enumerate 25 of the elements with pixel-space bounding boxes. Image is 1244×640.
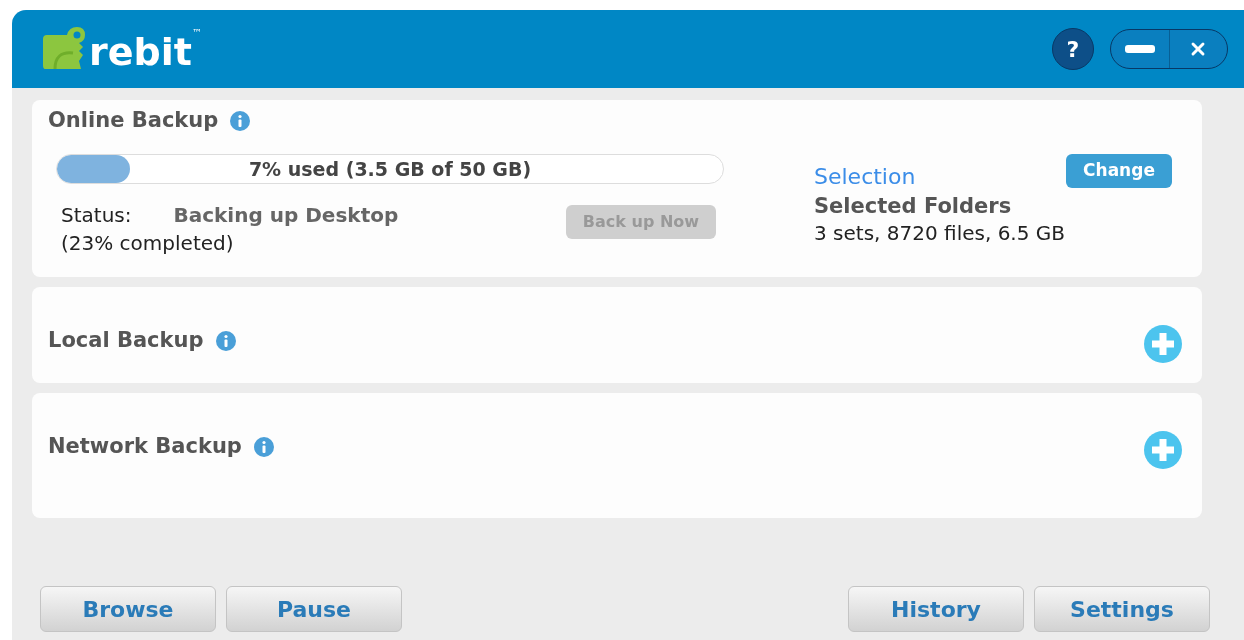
help-button[interactable]: ?: [1052, 28, 1094, 70]
trademark-mark: ™: [191, 26, 202, 40]
section-title: Online Backup: [48, 107, 219, 135]
section-title: Local Backup: [48, 327, 204, 354]
minimize-icon: [1124, 45, 1155, 53]
info-icon[interactable]: [253, 436, 274, 457]
logo-text: rebit: [89, 33, 192, 71]
info-icon[interactable]: [215, 330, 236, 351]
info-icon[interactable]: [230, 111, 251, 131]
footer-button[interactable]: Pause: [226, 586, 402, 632]
expand-plus-icon[interactable]: [1144, 325, 1182, 363]
selection-link[interactable]: Selection: [814, 160, 916, 193]
section-title: Network Backup: [48, 433, 242, 460]
expand-plus-icon[interactable]: [1144, 431, 1182, 469]
frog-logo-icon: [41, 27, 85, 69]
status-value: Backing up Desktop: [173, 202, 399, 229]
status-label: Status:: [61, 202, 132, 229]
footer-button[interactable]: Browse: [40, 586, 216, 632]
change-button[interactable]: Change: [1066, 154, 1172, 188]
footer-button[interactable]: History: [848, 586, 1024, 632]
footer-button[interactable]: Settings: [1034, 586, 1210, 632]
selection-summary: 3 sets, 8720 files, 6.5 GB: [814, 220, 1066, 247]
progress-text: (23% completed): [61, 230, 235, 257]
selection-name: Selected Folders: [814, 193, 1013, 219]
usage-reading: 7% used (3.5 GB of 50 GB): [248, 156, 532, 182]
